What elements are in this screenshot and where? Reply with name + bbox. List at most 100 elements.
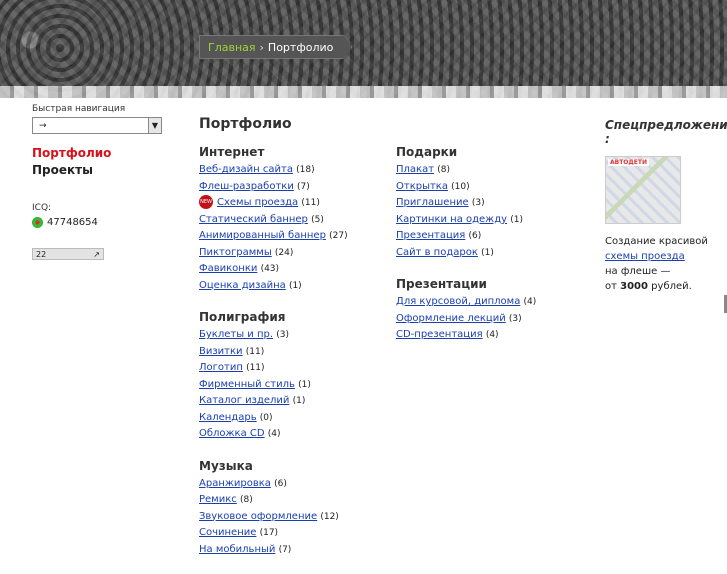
list-item: Плакат (8) [396,162,586,179]
special-offer: Спецпредложения : АВТОДЕТИ Создание крас… [605,118,727,294]
portfolio-section: Полиграфия Буклеты и пр. (3) Визитки (11) Л… [199,310,389,443]
category-link[interactable]: Сайт в подарок [396,247,478,258]
category-link[interactable]: CD-презентация [396,329,483,340]
category-link[interactable]: Презентация [396,230,465,241]
list-item: Ремикс (8) [199,492,389,509]
quick-nav-label: Быстрая навигация [32,104,126,114]
sidebar-item-projects[interactable]: Проекты [32,163,172,177]
item-count: (7) [278,544,292,555]
category-link[interactable]: Приглашение [396,197,469,208]
icq-label: ICQ: [32,203,52,213]
category-link[interactable]: Анимированный баннер [199,230,326,241]
item-count: (11) [301,198,320,208]
list-item: Логотип (11) [199,360,389,377]
category-link[interactable]: Фавиконки [199,263,257,274]
list-item: CD-презентация (4) [396,327,586,344]
item-count: (8) [437,165,450,175]
category-link[interactable]: Логотип [199,362,243,373]
list-item: Календарь (0) [199,410,389,427]
list-item: Открытка (10) [396,179,586,196]
special-offer-heading-text: Спецпредложения [605,118,727,132]
counter-value: 22 [36,249,47,259]
chevron-down-icon[interactable]: ▼ [148,118,161,133]
route-map-link[interactable]: схемы проезда [605,251,685,262]
left-sidebar: Быстрая навигация → ▼ Портфолио Проекты … [32,104,172,260]
section-title: Музыка [199,458,253,473]
quick-nav-select[interactable]: → ▼ [32,117,162,134]
list-item: NEW Схемы проезда (11) [199,195,389,212]
category-link[interactable]: Оформление лекций [396,313,506,324]
offer-text-1: Создание красивой [605,236,708,247]
category-link[interactable]: Веб-дизайн сайта [199,164,293,175]
breadcrumb-separator: › [259,40,264,54]
icq-contact: 47748654 [32,217,172,228]
item-count: (11) [245,346,265,357]
offer-text-3-suffix: рублей. [651,281,692,292]
breadcrumb-home-link[interactable]: Главная [208,41,256,54]
portfolio-section: Презентации Для курсовой, диплома (4) Офор… [396,277,586,344]
list-item: Оценка дизайна (1) [199,278,389,295]
section-title: Интернет [199,145,265,159]
list-item: Приглашение (3) [396,195,586,212]
category-link[interactable]: Буклеты и пр. [199,329,273,340]
list-item: Флеш-разработки (7) [199,179,389,196]
visit-counter[interactable]: 22 ↗ [32,248,104,260]
category-link[interactable]: Каталог изделий [199,395,289,406]
category-link[interactable]: На мобильный [199,544,275,555]
thumbnail-label: АВТОДЕТИ [608,159,649,166]
offer-text-2: на флеше — [605,266,671,277]
category-link[interactable]: Обложка CD [199,428,265,439]
category-link[interactable]: Схемы проезда [217,197,298,208]
list-item: Фирменный стиль (1) [199,377,389,394]
category-link[interactable]: Картинки на одежду [396,214,507,225]
list-item: Сайт в подарок (1) [396,245,586,262]
page-title: Портфолио [199,116,292,132]
category-link[interactable]: Флеш-разработки [199,181,294,192]
list-item: Пиктограммы (24) [199,245,389,262]
quick-nav-value: → [39,120,47,131]
arrow-up-right-icon: ↗ [93,249,100,259]
list-item: Аранжировка (6) [199,476,389,493]
list-item: Картинки на одежду (1) [396,212,586,229]
item-count: (1) [292,396,306,406]
icq-number: 47748654 [47,217,98,228]
list-item: Сочинение (17) [199,525,389,542]
category-link[interactable]: Статический баннер [199,214,308,225]
category-link[interactable]: Оценка дизайна [199,280,286,291]
special-offer-heading: Спецпредложения [605,118,727,132]
special-offer-text: Создание красивой схемы проезда на флеше… [605,234,727,294]
category-link[interactable]: Визитки [199,346,243,357]
category-link[interactable]: Плакат [396,164,434,175]
route-map-thumbnail[interactable]: АВТОДЕТИ [605,156,681,224]
item-count: (3) [508,313,522,324]
category-link[interactable]: Открытка [396,181,448,192]
category-link[interactable]: Календарь [199,412,257,423]
category-link[interactable]: Фирменный стиль [199,379,295,390]
category-link[interactable]: Пиктограммы [199,247,272,258]
item-count: (8) [239,495,253,505]
item-count: (24) [274,247,294,258]
item-count: (0) [259,412,273,423]
list-item: Фавиконки (43) [199,261,389,278]
list-item: Буклеты и пр. (3) [199,327,389,344]
breadcrumb-current: Портфолио [267,40,334,54]
category-link[interactable]: Аранжировка [199,478,271,489]
list-item: Статический баннер (5) [199,212,389,229]
list-item: Звуковое оформление (12) [199,509,389,526]
section-title: Подарки [396,145,458,159]
category-link[interactable]: Ремикс [199,494,237,505]
category-link[interactable]: Для курсовой, диплома [396,296,520,307]
sidebar-item-portfolio[interactable]: Портфолио [32,146,172,160]
item-count: (11) [246,363,265,373]
item-count: (6) [468,231,482,241]
category-link[interactable]: Звуковое оформление [199,511,317,522]
list-item: Анимированный баннер (27) [199,228,389,245]
special-offer-heading-colon: : [605,132,610,146]
item-count: (1) [298,379,311,390]
category-link[interactable]: Сочинение [199,527,256,538]
item-count: (7) [297,181,310,192]
item-count: (18) [296,165,315,175]
item-count: (10) [451,181,470,192]
item-count: (5) [311,214,324,225]
portfolio-column-1: Интернет Веб-дизайн сайта (18) Флеш-разраб… [199,145,389,574]
